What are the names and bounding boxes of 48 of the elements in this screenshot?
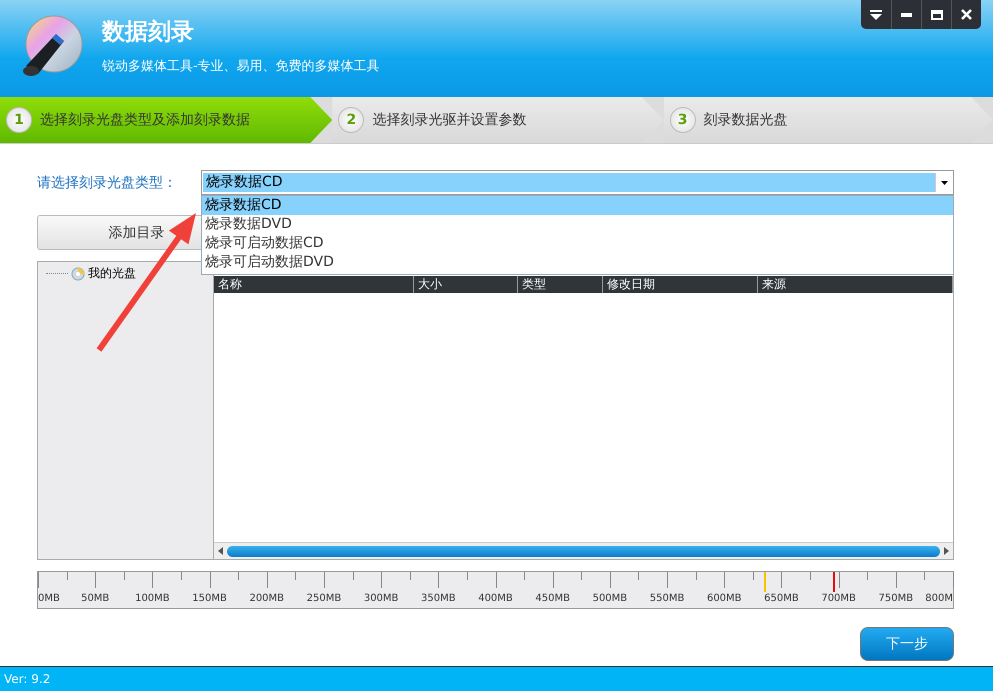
ruler-label: 750MB	[878, 593, 914, 604]
ruler-label: 0MB	[38, 593, 60, 604]
close-icon	[961, 9, 972, 20]
disc-type-combo[interactable]: 烧录数据CD	[201, 170, 954, 195]
ruler-label: 100MB	[135, 593, 170, 604]
wizard-step[interactable]: 1 选择刻录光盘类型及添加刻录数据	[0, 97, 332, 143]
ruler-label: 500MB	[592, 593, 628, 604]
caret-icon	[940, 180, 948, 184]
ruler-label: 600MB	[706, 593, 742, 604]
step-label: 选择刻录光盘类型及添加刻录数据	[40, 111, 250, 129]
maximize-icon	[930, 10, 942, 20]
step-label: 选择刻录光驱并设置参数	[372, 111, 526, 129]
scroll-right-icon	[944, 547, 949, 555]
tree-item[interactable]: 我的光盘	[88, 265, 136, 282]
step-number: 2	[338, 107, 364, 133]
column-header[interactable]: 来源	[758, 276, 953, 293]
disc-type-label: 请选择刻录光盘类型：	[37, 174, 178, 192]
column-header[interactable]: 修改日期	[603, 276, 758, 293]
scroll-left-icon	[218, 547, 223, 555]
ruler-label: 250MB	[306, 593, 342, 604]
ruler-label: 800M	[925, 593, 953, 604]
wizard-step[interactable]: 3 刻录数据光盘	[664, 97, 993, 143]
column-header[interactable]: 类型	[518, 276, 603, 293]
ruler-label: 700MB	[821, 593, 856, 604]
minimize-icon	[901, 12, 912, 16]
dropdown-icon	[870, 10, 882, 20]
column-header[interactable]: 大小	[414, 276, 518, 293]
ruler-label: 350MB	[421, 593, 456, 604]
disc-icon	[71, 266, 85, 280]
step-number: 3	[670, 107, 696, 133]
ruler-label: 450MB	[535, 593, 570, 604]
ruler-label: 300MB	[364, 593, 398, 604]
app-subtitle: 锐动多媒体工具-专业、易用、免费的多媒体工具	[102, 58, 380, 75]
version-status: Ver: 9.2	[0, 666, 993, 691]
ruler-label: 200MB	[249, 593, 284, 604]
ruler-label: 550MB	[650, 593, 684, 604]
ruler-label: 150MB	[192, 593, 227, 604]
step-label: 刻录数据光盘	[704, 111, 788, 129]
step-number: 1	[6, 107, 32, 133]
dropdown-option[interactable]: 烧录数据CD	[202, 196, 953, 215]
horizontal-scrollbar[interactable]	[214, 542, 953, 559]
combo-value: 烧录数据CD	[203, 173, 935, 192]
app-title: 数据刻录	[102, 18, 195, 47]
ruler-label: 650MB	[764, 593, 799, 604]
wizard-step[interactable]: 2 选择刻录光驱并设置参数	[332, 97, 664, 143]
column-header[interactable]: 名称	[214, 276, 414, 293]
ruler-label: 50MB	[81, 593, 110, 604]
ruler-label: 400MB	[478, 593, 513, 604]
